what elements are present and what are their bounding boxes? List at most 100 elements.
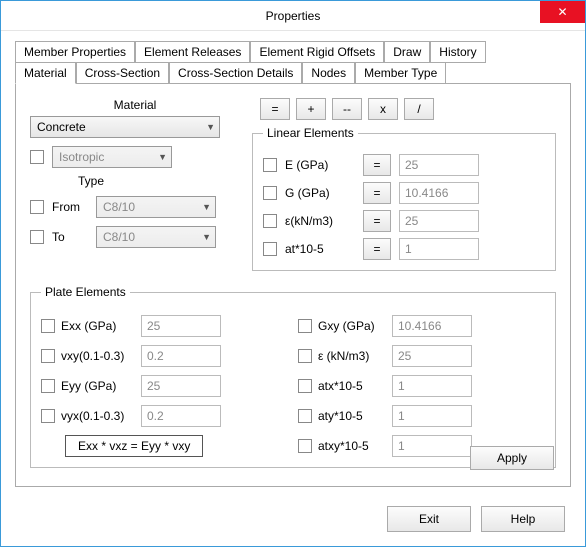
linear-at-checkbox[interactable] (263, 242, 277, 256)
input-value: 10.4166 (405, 186, 448, 200)
plate-eyy-label: Eyy (GPa) (61, 379, 135, 393)
op-minus-button[interactable]: -- (332, 98, 362, 120)
linear-e-eq-button[interactable]: = (363, 154, 391, 176)
help-button[interactable]: Help (481, 506, 565, 532)
eq-label: = (373, 186, 380, 200)
plate-atx-input[interactable]: 1 (392, 375, 472, 397)
isotropic-combo[interactable]: Isotropic ▼ (52, 146, 172, 168)
titlebar: Properties ✕ (1, 1, 585, 31)
plate-eps-checkbox[interactable] (298, 349, 312, 363)
op-label: / (417, 102, 420, 116)
tab-draw[interactable]: Draw (384, 41, 430, 63)
linear-at-eq-button[interactable]: = (363, 238, 391, 260)
material-panel: Material Concrete ▼ Isotropic ▼ Type (15, 83, 571, 487)
plate-aty-checkbox[interactable] (298, 409, 312, 423)
plate-atxy-label: atxy*10-5 (318, 439, 386, 453)
plate-vxy-input[interactable]: 0.2 (141, 345, 221, 367)
plate-eps-input[interactable]: 25 (392, 345, 472, 367)
plate-exx-input[interactable]: 25 (141, 315, 221, 337)
input-value: 1 (398, 409, 405, 423)
linear-e-label: E (GPa) (285, 158, 355, 172)
tab-label: Cross-Section Details (178, 66, 293, 80)
material-combo[interactable]: Concrete ▼ (30, 116, 220, 138)
eq-label: = (373, 242, 380, 256)
tab-cross-section[interactable]: Cross-Section (76, 62, 169, 84)
input-value: 25 (147, 379, 160, 393)
linear-eps-label: ε(kN/m3) (285, 214, 355, 228)
close-button[interactable]: ✕ (540, 1, 585, 23)
material-column: Material Concrete ▼ Isotropic ▼ Type (30, 98, 240, 271)
tab-label: Nodes (311, 66, 346, 80)
plate-vyx-checkbox[interactable] (41, 409, 55, 423)
op-divide-button[interactable]: / (404, 98, 434, 120)
plate-atx-checkbox[interactable] (298, 379, 312, 393)
linear-eps-checkbox[interactable] (263, 214, 277, 228)
input-value: 0.2 (147, 409, 164, 423)
to-checkbox[interactable] (30, 230, 44, 244)
linear-at-input[interactable]: 1 (399, 238, 479, 260)
input-value: 1 (398, 379, 405, 393)
from-combo[interactable]: C8/10 ▼ (96, 196, 216, 218)
linear-eps-eq-button[interactable]: = (363, 210, 391, 232)
from-checkbox[interactable] (30, 200, 44, 214)
input-value: 25 (405, 158, 418, 172)
tab-history[interactable]: History (430, 41, 485, 63)
tab-material[interactable]: Material (15, 62, 76, 84)
plate-eyy-checkbox[interactable] (41, 379, 55, 393)
tab-cross-section-details[interactable]: Cross-Section Details (169, 62, 302, 84)
eq-label: = (373, 214, 380, 228)
tab-element-releases[interactable]: Element Releases (135, 41, 250, 63)
plate-vxy-label: vxy(0.1-0.3) (61, 349, 135, 363)
apply-button[interactable]: Apply (470, 446, 554, 470)
chevron-down-icon: ▼ (202, 232, 211, 242)
linear-e-checkbox[interactable] (263, 158, 277, 172)
linear-e-input[interactable]: 25 (399, 154, 479, 176)
isotropic-checkbox[interactable] (30, 150, 44, 164)
exit-button[interactable]: Exit (387, 506, 471, 532)
plate-vyx-input[interactable]: 0.2 (141, 405, 221, 427)
properties-window: Properties ✕ Member Properties Element R… (0, 0, 586, 547)
material-heading: Material (30, 98, 240, 112)
input-value: 0.2 (147, 349, 164, 363)
linear-column: = + -- x / Linear Elements E (GPa) = 25 (252, 98, 556, 271)
linear-g-eq-button[interactable]: = (363, 182, 391, 204)
plate-eyy-input[interactable]: 25 (141, 375, 221, 397)
chevron-down-icon: ▼ (206, 122, 215, 132)
button-label: Help (511, 512, 536, 526)
op-label: x (380, 102, 386, 116)
op-plus-button[interactable]: + (296, 98, 326, 120)
to-combo[interactable]: C8/10 ▼ (96, 226, 216, 248)
linear-g-checkbox[interactable] (263, 186, 277, 200)
plate-exx-label: Exx (GPa) (61, 319, 135, 333)
to-label: To (52, 230, 88, 244)
tab-element-rigid-offsets[interactable]: Element Rigid Offsets (250, 41, 384, 63)
close-icon: ✕ (557, 5, 567, 19)
plate-gxy-input[interactable]: 10.4166 (392, 315, 472, 337)
input-value: 25 (147, 319, 160, 333)
plate-legend: Plate Elements (41, 285, 130, 299)
plate-gxy-checkbox[interactable] (298, 319, 312, 333)
tab-label: Element Rigid Offsets (259, 45, 375, 59)
plate-vxy-checkbox[interactable] (41, 349, 55, 363)
tab-member-properties[interactable]: Member Properties (15, 41, 135, 63)
linear-elements-group: Linear Elements E (GPa) = 25 G (GPa) = 1… (252, 126, 556, 271)
footer-buttons: Exit Help (387, 506, 565, 532)
from-label: From (52, 200, 88, 214)
tab-member-type[interactable]: Member Type (355, 62, 446, 84)
plate-aty-input[interactable]: 1 (392, 405, 472, 427)
operator-row: = + -- x / (260, 98, 556, 120)
plate-atxy-checkbox[interactable] (298, 439, 312, 453)
plate-exx-checkbox[interactable] (41, 319, 55, 333)
linear-eps-input[interactable]: 25 (399, 210, 479, 232)
input-value: 25 (398, 349, 411, 363)
plate-atxy-input[interactable]: 1 (392, 435, 472, 457)
op-equals-button[interactable]: = (260, 98, 290, 120)
tab-label: Cross-Section (85, 66, 160, 80)
linear-g-input[interactable]: 10.4166 (399, 182, 479, 204)
tab-label: Member Type (364, 66, 437, 80)
material-combo-value: Concrete (37, 120, 86, 134)
op-times-button[interactable]: x (368, 98, 398, 120)
tab-label: Material (24, 66, 67, 80)
isotropic-value: Isotropic (59, 150, 104, 164)
tab-nodes[interactable]: Nodes (302, 62, 355, 84)
